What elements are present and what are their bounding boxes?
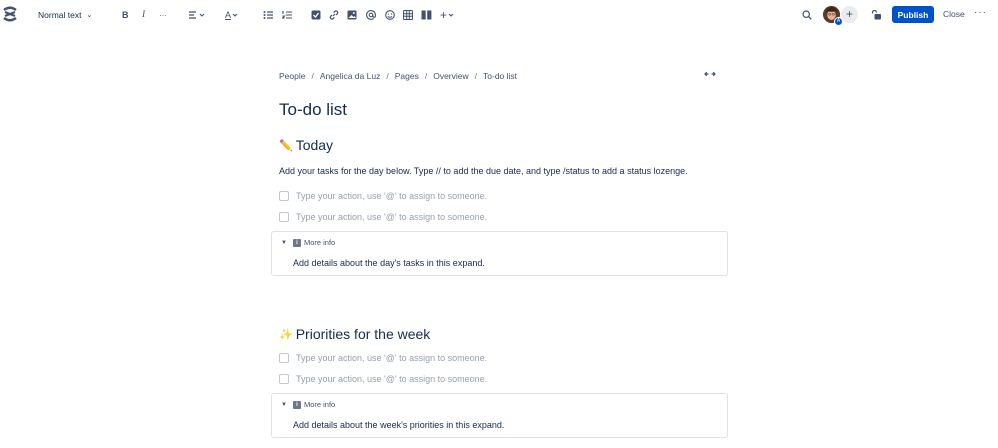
task-placeholder: Type your action, use '@' to assign to s… [296,353,488,363]
insert-button[interactable]: + [440,7,455,23]
close-button[interactable]: Close [943,9,965,19]
bullet-list-button[interactable] [263,7,273,23]
page-width-button[interactable] [704,70,716,80]
image-icon [347,10,357,20]
pencil-emoji-icon: ✏️ [279,139,293,152]
breadcrumb-item[interactable]: Overview [433,71,468,81]
expand-panel-week: ▼ i More info Add details about the week… [271,393,728,438]
layout-columns-icon [421,10,432,20]
editor-toolbar: Normal text ⌄ B I ··· A + A + Publish Cl… [0,0,998,30]
alignment-button[interactable] [188,7,206,23]
breadcrumb-item[interactable]: People [279,71,305,81]
plus-icon: + [440,8,448,22]
publish-button[interactable]: Publish [892,6,934,23]
text-style-label: Normal text [38,10,82,20]
task-item[interactable]: Type your action, use '@' to assign to s… [279,212,487,222]
task-item[interactable]: Type your action, use '@' to assign to s… [279,353,487,363]
expand-title: More info [303,238,336,247]
mention-button[interactable] [366,7,376,23]
align-left-icon [189,11,205,19]
task-item[interactable]: Type your action, use '@' to assign to s… [279,374,487,384]
instructions-paragraph[interactable]: Add your tasks for the day below. Type /… [279,166,688,176]
search-icon [802,10,812,20]
info-icon: i [292,238,301,247]
link-icon [329,10,339,20]
expand-body-text[interactable]: Add details about the week's priorities … [293,420,504,430]
section-heading-text: Priorities for the week [295,326,431,342]
unlock-icon [871,9,881,19]
task-item[interactable]: Type your action, use '@' to assign to s… [279,191,487,201]
expand-body-text[interactable]: Add details about the day's tasks in thi… [293,258,485,268]
task-checkbox[interactable] [279,212,289,222]
italic-button[interactable]: I [142,7,145,23]
task-checkbox[interactable] [279,191,289,201]
page-title[interactable]: To-do list [279,100,347,120]
image-button[interactable] [347,7,357,23]
search-button[interactable] [802,7,812,23]
task-checkbox[interactable] [279,374,289,384]
confluence-logo-icon[interactable] [3,6,17,22]
breadcrumb-item[interactable]: Angelica da Luz [320,71,381,81]
breadcrumb-item[interactable]: Pages [395,71,419,81]
numbered-list-button[interactable] [282,7,292,23]
restrictions-button[interactable] [871,7,882,23]
expand-title: More info [303,400,336,409]
expand-toggle[interactable]: ▼ i More info [281,400,335,409]
emoji-button[interactable] [385,7,395,23]
table-button[interactable] [403,7,413,23]
info-icon: i [292,400,301,409]
emoji-icon [385,10,395,20]
task-placeholder: Type your action, use '@' to assign to s… [296,212,488,222]
table-icon [403,10,413,20]
breadcrumb: People / Angelica da Luz / Pages / Overview… [279,71,518,81]
breadcrumb-item[interactable]: To-do list [483,71,517,81]
link-button[interactable] [329,7,339,23]
more-formatting-button[interactable]: ··· [159,7,167,23]
section-heading-priorities[interactable]: ✨ Priorities for the week [279,326,430,342]
expand-toggle[interactable]: ▼ i More info [281,238,335,247]
action-item-button[interactable] [311,7,321,23]
bullet-list-icon [263,11,273,19]
chevron-down-icon [232,13,238,17]
bold-button[interactable]: B [122,7,129,23]
layouts-button[interactable] [421,7,432,23]
section-heading-today[interactable]: ✏️ Today [279,137,333,153]
sparkles-emoji-icon: ✨ [279,328,293,341]
chevron-down-icon: ▼ [281,401,287,408]
task-placeholder: Type your action, use '@' to assign to s… [296,374,488,384]
chevron-down-icon: ⌄ [86,12,93,19]
text-color-button[interactable]: A [225,7,239,23]
chevron-down-icon [448,13,454,17]
task-checkbox[interactable] [279,353,289,363]
more-options-button[interactable]: ··· [974,7,987,18]
expand-width-icon [704,71,716,77]
numbered-list-icon [282,11,292,19]
chevron-down-icon: ▼ [281,239,287,246]
checkbox-icon [311,10,321,20]
text-style-dropdown[interactable]: Normal text ⌄ [38,7,92,23]
section-heading-text: Today [295,137,334,153]
task-placeholder: Type your action, use '@' to assign to s… [296,191,488,201]
mention-icon [366,10,376,20]
invite-collaborator-button[interactable]: + [841,6,858,23]
expand-panel-today: ▼ i More info Add details about the day'… [271,231,728,276]
